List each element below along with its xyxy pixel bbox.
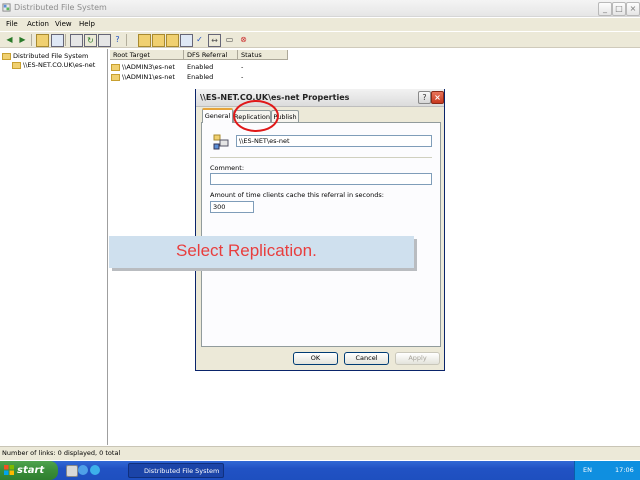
show-desktop-icon[interactable] [66, 465, 78, 477]
toolbar-separator [31, 34, 32, 46]
dfs-icon [2, 3, 11, 12]
windows-logo-icon [4, 465, 14, 475]
stop-icon[interactable]: ⊗ [238, 34, 249, 45]
cache-seconds-input[interactable]: 300 [210, 201, 254, 213]
minimize-button[interactable]: _ [598, 2, 612, 16]
export-icon[interactable] [98, 34, 111, 47]
open-icon[interactable] [180, 34, 193, 47]
taskbar: start Distributed File System EN 17:06 [0, 461, 640, 480]
taskbar-item-label: Distributed File System [144, 467, 220, 475]
folder-icon [12, 61, 21, 69]
delete-icon[interactable]: ▭ [224, 34, 235, 45]
dfs-root-icon [213, 134, 229, 150]
share-icon [111, 63, 120, 71]
new-target-icon[interactable] [166, 34, 179, 47]
title-bar: Distributed File System _ □ × [0, 0, 640, 17]
menu-help[interactable]: Help [79, 20, 95, 28]
instruction-text: Select Replication. [176, 241, 317, 260]
tab-general[interactable]: General [202, 108, 233, 123]
row-target: \\ADMIN3\es-net [122, 63, 175, 71]
toolbar-separator [65, 34, 66, 46]
cache-label: Amount of time clients cache this referr… [210, 191, 384, 199]
tree-root-label: Distributed File System [13, 52, 89, 60]
replication-icon[interactable]: ↔ [208, 34, 221, 47]
tree-child[interactable]: \\ES-NET.CO.UK\es-net [12, 61, 96, 69]
row-status: - [241, 63, 244, 71]
instruction-callout: Select Replication. [109, 236, 414, 268]
start-button[interactable]: start [0, 461, 58, 480]
menu-bar: File Action View Help [0, 18, 640, 31]
properties-dialog: \\ES-NET.CO.UK\es-net Properties ? × Rep… [195, 89, 445, 371]
refresh-icon[interactable]: ↻ [84, 34, 97, 47]
status-bar: Number of links: 0 displayed, 0 total [0, 446, 640, 460]
dialog-title: \\ES-NET.CO.UK\es-net Properties [200, 93, 350, 102]
help-icon[interactable]: ? [112, 34, 123, 45]
divider [210, 157, 432, 158]
status-text: Number of links: 0 displayed, 0 total [2, 449, 121, 457]
row-referral: Enabled [187, 73, 214, 81]
back-icon[interactable]: ◀ [4, 34, 15, 45]
menu-file[interactable]: File [6, 20, 18, 28]
taskbar-item-dfs[interactable]: Distributed File System [128, 463, 224, 478]
start-label: start [17, 465, 45, 476]
menu-view[interactable]: View [55, 20, 72, 28]
dfs-root-icon [2, 52, 11, 60]
column-dfs-referral[interactable]: DFS Referral [184, 50, 238, 60]
maximize-button[interactable]: □ [612, 2, 626, 16]
dialog-help-button[interactable]: ? [418, 91, 431, 104]
new-root-icon[interactable] [138, 34, 151, 47]
tree-root[interactable]: Distributed File System [2, 52, 88, 60]
table-row[interactable]: \\ADMIN1\es-net [111, 73, 175, 81]
ok-button[interactable]: OK [293, 352, 338, 365]
replication-highlight-circle [233, 100, 279, 132]
column-status[interactable]: Status [238, 50, 288, 60]
row-referral: Enabled [187, 63, 214, 71]
close-button[interactable]: × [626, 2, 640, 16]
toolbar-separator [126, 34, 127, 46]
show-tree-icon[interactable] [51, 34, 64, 47]
row-status: - [241, 73, 244, 81]
apply-button[interactable]: Apply [395, 352, 440, 365]
toolbar: ◀ ▶ ↻ ? ✓ ↔ ▭ ⊗ [0, 32, 640, 48]
system-tray: EN 17:06 [574, 461, 640, 480]
share-icon [111, 73, 120, 81]
media-player-icon[interactable] [90, 465, 100, 475]
language-indicator[interactable]: EN [583, 466, 592, 474]
menu-action[interactable]: Action [27, 20, 49, 28]
cancel-button[interactable]: Cancel [344, 352, 389, 365]
column-root-target[interactable]: Root Target [110, 50, 184, 60]
table-row[interactable]: \\ADMIN3\es-net [111, 63, 175, 71]
window-title: Distributed File System [14, 3, 107, 12]
tab-panel-general: \\ES-NET\es-net Comment: Amount of time … [201, 122, 441, 347]
clock: 17:06 [615, 466, 634, 474]
root-path-field: \\ES-NET\es-net [236, 135, 432, 147]
check-status-icon[interactable]: ✓ [194, 34, 205, 45]
tree-pane: Distributed File System \\ES-NET.CO.UK\e… [0, 49, 108, 445]
new-link-icon[interactable] [152, 34, 165, 47]
row-target: \\ADMIN1\es-net [122, 73, 175, 81]
dialog-title-bar: \\ES-NET.CO.UK\es-net Properties ? × [196, 89, 444, 107]
comment-input[interactable] [210, 173, 432, 185]
comment-label: Comment: [210, 164, 245, 172]
up-icon[interactable] [36, 34, 49, 47]
properties-icon[interactable] [70, 34, 83, 47]
dialog-close-button[interactable]: × [431, 91, 444, 104]
internet-explorer-icon[interactable] [78, 465, 88, 475]
forward-icon[interactable]: ▶ [17, 34, 28, 45]
tree-child-label: \\ES-NET.CO.UK\es-net [23, 61, 96, 69]
